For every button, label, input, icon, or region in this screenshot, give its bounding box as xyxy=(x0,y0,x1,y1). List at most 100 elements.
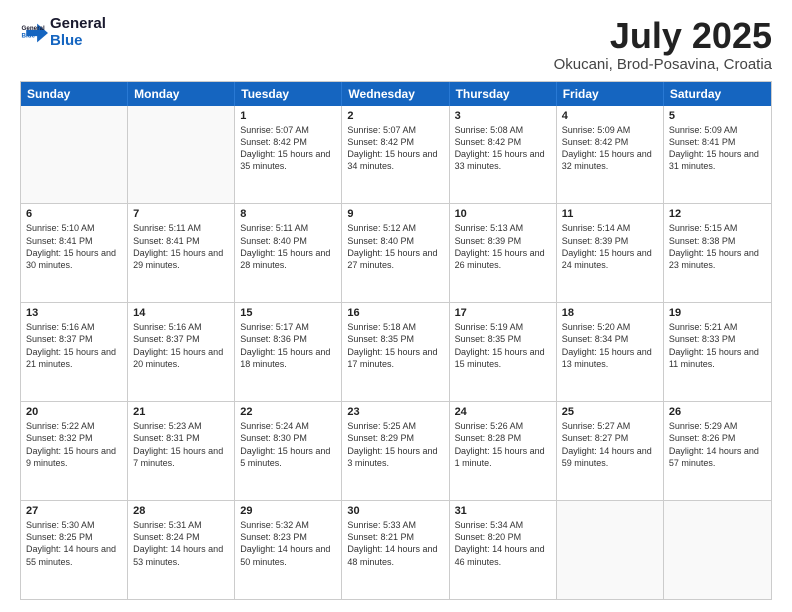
calendar-cell: 29Sunrise: 5:32 AM Sunset: 8:23 PM Dayli… xyxy=(235,501,342,599)
calendar-cell: 18Sunrise: 5:20 AM Sunset: 8:34 PM Dayli… xyxy=(557,303,664,401)
calendar-header-cell: Sunday xyxy=(21,82,128,106)
day-info: Sunrise: 5:11 AM Sunset: 8:40 PM Dayligh… xyxy=(240,222,336,271)
calendar-header-cell: Wednesday xyxy=(342,82,449,106)
day-info: Sunrise: 5:19 AM Sunset: 8:35 PM Dayligh… xyxy=(455,321,551,370)
day-number: 15 xyxy=(240,307,336,319)
day-number: 17 xyxy=(455,307,551,319)
day-number: 14 xyxy=(133,307,229,319)
day-number: 3 xyxy=(455,110,551,122)
day-number: 5 xyxy=(669,110,766,122)
calendar-cell: 26 Sunrise: 5:29 AM Sunset: 8:26 PM Dayli… xyxy=(664,402,771,500)
calendar-cell: 19Sunrise: 5:21 AM Sunset: 8:33 PM Dayli… xyxy=(664,303,771,401)
day-info: Sunrise: 5:09 AM Sunset: 8:42 PM Dayligh… xyxy=(562,124,658,173)
day-number: 21 xyxy=(133,406,229,418)
calendar-week: 20 Sunrise: 5:22 AM Sunset: 8:32 PM Dayli… xyxy=(21,402,771,501)
calendar-header-cell: Monday xyxy=(128,82,235,106)
day-number: 23 xyxy=(347,406,443,418)
day-number: 20 xyxy=(26,406,122,418)
calendar-cell: 16 Sunrise: 5:18 AM Sunset: 8:35 PM Dayli… xyxy=(342,303,449,401)
day-number: 26 xyxy=(669,406,766,418)
day-info: Sunrise: 5:27 AM Sunset: 8:27 PM Dayligh… xyxy=(562,420,658,469)
calendar-cell: 13 Sunrise: 5:16 AM Sunset: 8:37 PM Dayli… xyxy=(21,303,128,401)
day-info: Sunrise: 5:16 AM Sunset: 8:37 PM Dayligh… xyxy=(26,321,122,370)
page-title: July 2025 xyxy=(554,16,772,56)
calendar: SundayMondayTuesdayWednesdayThursdayFrid… xyxy=(20,81,772,600)
calendar-header-cell: Thursday xyxy=(450,82,557,106)
calendar-cell: 10Sunrise: 5:13 AM Sunset: 8:39 PM Dayli… xyxy=(450,204,557,302)
svg-text:Blue: Blue xyxy=(22,32,36,39)
day-info: Sunrise: 5:24 AM Sunset: 8:30 PM Dayligh… xyxy=(240,420,336,469)
day-info: Sunrise: 5:32 AM Sunset: 8:23 PM Dayligh… xyxy=(240,519,336,568)
calendar-cell: 1Sunrise: 5:07 AM Sunset: 8:42 PM Daylig… xyxy=(235,106,342,204)
calendar-cell xyxy=(21,106,128,204)
calendar-cell: 2Sunrise: 5:07 AM Sunset: 8:42 PM Daylig… xyxy=(342,106,449,204)
day-info: Sunrise: 5:18 AM Sunset: 8:35 PM Dayligh… xyxy=(347,321,443,370)
calendar-week: 13 Sunrise: 5:16 AM Sunset: 8:37 PM Dayli… xyxy=(21,303,771,402)
day-info: Sunrise: 5:12 AM Sunset: 8:40 PM Dayligh… xyxy=(347,222,443,271)
calendar-cell: 17 Sunrise: 5:19 AM Sunset: 8:35 PM Dayli… xyxy=(450,303,557,401)
calendar-cell: 23 Sunrise: 5:25 AM Sunset: 8:29 PM Dayli… xyxy=(342,402,449,500)
page-subtitle: Okucani, Brod-Posavina, Croatia xyxy=(554,56,772,73)
day-number: 7 xyxy=(133,208,229,220)
day-number: 2 xyxy=(347,110,443,122)
day-info: Sunrise: 5:08 AM Sunset: 8:42 PM Dayligh… xyxy=(455,124,551,173)
day-number: 12 xyxy=(669,208,766,220)
page: General Blue General Blue July 2025 Okuc… xyxy=(0,0,792,612)
logo-general: General xyxy=(50,16,106,33)
calendar-header-row: SundayMondayTuesdayWednesdayThursdayFrid… xyxy=(21,82,771,106)
calendar-cell: 4 Sunrise: 5:09 AM Sunset: 8:42 PM Daylig… xyxy=(557,106,664,204)
calendar-cell: 21Sunrise: 5:23 AM Sunset: 8:31 PM Dayli… xyxy=(128,402,235,500)
calendar-week: 6 Sunrise: 5:10 AM Sunset: 8:41 PM Daylig… xyxy=(21,204,771,303)
day-info: Sunrise: 5:10 AM Sunset: 8:41 PM Dayligh… xyxy=(26,222,122,271)
calendar-cell xyxy=(128,106,235,204)
calendar-header-cell: Friday xyxy=(557,82,664,106)
calendar-cell: 28Sunrise: 5:31 AM Sunset: 8:24 PM Dayli… xyxy=(128,501,235,599)
day-number: 9 xyxy=(347,208,443,220)
day-info: Sunrise: 5:16 AM Sunset: 8:37 PM Dayligh… xyxy=(133,321,229,370)
calendar-cell xyxy=(557,501,664,599)
calendar-cell: 9 Sunrise: 5:12 AM Sunset: 8:40 PM Daylig… xyxy=(342,204,449,302)
title-block: July 2025 Okucani, Brod-Posavina, Croati… xyxy=(554,16,772,73)
calendar-cell: 14 Sunrise: 5:16 AM Sunset: 8:37 PM Dayli… xyxy=(128,303,235,401)
logo-blue: Blue xyxy=(50,33,106,50)
calendar-cell: 3 Sunrise: 5:08 AM Sunset: 8:42 PM Daylig… xyxy=(450,106,557,204)
calendar-cell: 25Sunrise: 5:27 AM Sunset: 8:27 PM Dayli… xyxy=(557,402,664,500)
day-number: 11 xyxy=(562,208,658,220)
day-number: 18 xyxy=(562,307,658,319)
logo: General Blue General Blue xyxy=(20,16,106,49)
calendar-cell: 20 Sunrise: 5:22 AM Sunset: 8:32 PM Dayli… xyxy=(21,402,128,500)
day-number: 8 xyxy=(240,208,336,220)
day-number: 16 xyxy=(347,307,443,319)
calendar-cell: 11 Sunrise: 5:14 AM Sunset: 8:39 PM Dayli… xyxy=(557,204,664,302)
calendar-cell: 15Sunrise: 5:17 AM Sunset: 8:36 PM Dayli… xyxy=(235,303,342,401)
calendar-cell xyxy=(664,501,771,599)
day-info: Sunrise: 5:13 AM Sunset: 8:39 PM Dayligh… xyxy=(455,222,551,271)
day-number: 4 xyxy=(562,110,658,122)
day-number: 31 xyxy=(455,505,551,517)
day-number: 30 xyxy=(347,505,443,517)
day-number: 6 xyxy=(26,208,122,220)
day-info: Sunrise: 5:33 AM Sunset: 8:21 PM Dayligh… xyxy=(347,519,443,568)
calendar-body: 1Sunrise: 5:07 AM Sunset: 8:42 PM Daylig… xyxy=(21,106,771,599)
day-info: Sunrise: 5:30 AM Sunset: 8:25 PM Dayligh… xyxy=(26,519,122,568)
day-number: 24 xyxy=(455,406,551,418)
day-number: 27 xyxy=(26,505,122,517)
header: General Blue General Blue July 2025 Okuc… xyxy=(20,16,772,73)
logo-icon: General Blue xyxy=(20,19,48,47)
calendar-cell: 27 Sunrise: 5:30 AM Sunset: 8:25 PM Dayli… xyxy=(21,501,128,599)
day-number: 1 xyxy=(240,110,336,122)
day-info: Sunrise: 5:26 AM Sunset: 8:28 PM Dayligh… xyxy=(455,420,551,469)
day-number: 13 xyxy=(26,307,122,319)
calendar-cell: 24 Sunrise: 5:26 AM Sunset: 8:28 PM Dayli… xyxy=(450,402,557,500)
calendar-cell: 22Sunrise: 5:24 AM Sunset: 8:30 PM Dayli… xyxy=(235,402,342,500)
day-info: Sunrise: 5:25 AM Sunset: 8:29 PM Dayligh… xyxy=(347,420,443,469)
calendar-cell: 7Sunrise: 5:11 AM Sunset: 8:41 PM Daylig… xyxy=(128,204,235,302)
calendar-cell: 5 Sunrise: 5:09 AM Sunset: 8:41 PM Daylig… xyxy=(664,106,771,204)
day-info: Sunrise: 5:09 AM Sunset: 8:41 PM Dayligh… xyxy=(669,124,766,173)
calendar-header-cell: Tuesday xyxy=(235,82,342,106)
day-info: Sunrise: 5:14 AM Sunset: 8:39 PM Dayligh… xyxy=(562,222,658,271)
day-info: Sunrise: 5:22 AM Sunset: 8:32 PM Dayligh… xyxy=(26,420,122,469)
day-info: Sunrise: 5:29 AM Sunset: 8:26 PM Dayligh… xyxy=(669,420,766,469)
calendar-cell: 12Sunrise: 5:15 AM Sunset: 8:38 PM Dayli… xyxy=(664,204,771,302)
calendar-header-cell: Saturday xyxy=(664,82,771,106)
